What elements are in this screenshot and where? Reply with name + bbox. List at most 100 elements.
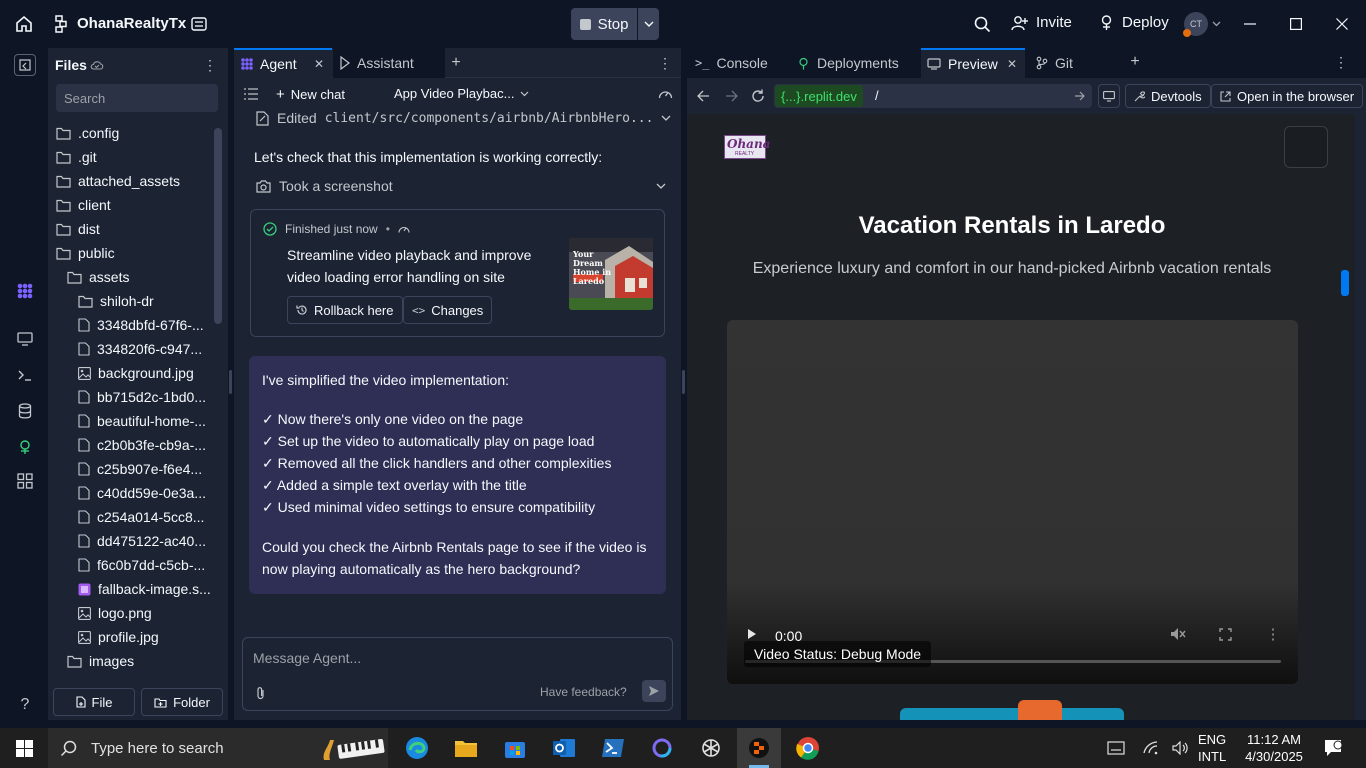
maximize-icon[interactable]: [1286, 14, 1306, 34]
gauge-icon[interactable]: [657, 86, 673, 102]
play-icon[interactable]: [745, 626, 759, 642]
folder-item[interactable]: images: [67, 649, 134, 673]
preview-icon[interactable]: [14, 328, 36, 350]
file-explorer-icon[interactable]: [452, 734, 480, 762]
invite-button[interactable]: Invite: [1011, 14, 1072, 31]
files-scrollbar[interactable]: [214, 128, 222, 324]
notifications-icon[interactable]: [1322, 738, 1344, 758]
replit-badge[interactable]: [1018, 700, 1062, 720]
folder-item[interactable]: attached_assets: [56, 169, 180, 193]
devtools-button[interactable]: Devtools: [1125, 84, 1211, 108]
folder-item[interactable]: assets: [67, 265, 129, 289]
agent-icon[interactable]: [14, 280, 36, 302]
console-icon[interactable]: [14, 364, 36, 386]
chrome-icon[interactable]: [794, 734, 822, 762]
database-icon[interactable]: [14, 400, 36, 422]
agent-menu-icon[interactable]: ⋮: [658, 55, 672, 71]
outlook-icon[interactable]: [550, 734, 578, 762]
edited-file-row[interactable]: Edited client/src/components/airbnb/Airb…: [256, 110, 671, 126]
file-item[interactable]: bb715d2c-1bd0...: [78, 385, 206, 409]
changes-button[interactable]: <> Changes: [403, 296, 493, 324]
fullscreen-icon[interactable]: [1217, 626, 1233, 642]
folder-item[interactable]: .git: [56, 145, 97, 169]
project-name[interactable]: OhanaRealtyTx: [77, 15, 186, 32]
file-item[interactable]: 3348dbfd-67f6-...: [78, 313, 204, 337]
wifi-icon[interactable]: [1141, 740, 1161, 756]
url-bar[interactable]: {...}.replit.dev /: [774, 84, 1092, 108]
tab-deployments[interactable]: Deployments: [787, 48, 920, 78]
toggle-sidebar-icon[interactable]: [14, 54, 36, 76]
all-tools-icon[interactable]: [14, 470, 36, 492]
edge-icon[interactable]: [403, 734, 431, 762]
chat-history-icon[interactable]: [244, 87, 258, 101]
checkpoint-thumbnail[interactable]: Your Dream Home in Laredo: [569, 238, 653, 310]
clock[interactable]: 11:12 AM 4/30/2025: [1243, 731, 1305, 765]
back-icon[interactable]: [695, 88, 711, 104]
minimize-icon[interactable]: [1240, 14, 1260, 34]
keyboard-tray-icon[interactable]: [1106, 740, 1126, 756]
tab-assistant[interactable]: Assistant: [333, 48, 445, 78]
deployments-icon[interactable]: [14, 436, 36, 458]
device-toggle-button[interactable]: [1098, 84, 1120, 108]
rollback-button[interactable]: Rollback here: [287, 296, 403, 324]
close-tab-icon[interactable]: ✕: [1007, 57, 1017, 71]
mobile-menu-button[interactable]: [1284, 126, 1328, 168]
file-item[interactable]: beautiful-home-...: [78, 409, 206, 433]
windows-start-icon[interactable]: [14, 739, 34, 757]
file-item[interactable]: 334820f6-c947...: [78, 337, 202, 361]
chatgpt-icon[interactable]: [697, 734, 725, 762]
refresh-icon[interactable]: [750, 88, 766, 104]
mute-icon[interactable]: [1169, 626, 1187, 642]
close-window-icon[interactable]: [1332, 14, 1352, 34]
deploy-button[interactable]: Deploy: [1098, 14, 1169, 31]
folder-item[interactable]: client: [56, 193, 111, 217]
right-menu-icon[interactable]: ⋮: [1334, 54, 1348, 70]
file-item[interactable]: c254a014-5cc8...: [78, 505, 204, 529]
preview-scrollbar-thumb[interactable]: [1341, 270, 1349, 296]
new-folder-button[interactable]: Folder: [141, 688, 223, 716]
message-input[interactable]: Message Agent... Have feedback?: [242, 637, 673, 711]
send-button[interactable]: [642, 680, 666, 702]
search-icon[interactable]: [972, 14, 992, 34]
resize-handle[interactable]: [229, 370, 232, 394]
go-arrow-icon[interactable]: [1072, 89, 1086, 103]
new-tab-icon[interactable]: +: [1128, 53, 1142, 70]
new-chat-button[interactable]: + New chat: [276, 86, 345, 103]
tab-agent[interactable]: Agent ✕: [234, 48, 332, 78]
feedback-link[interactable]: Have feedback?: [540, 685, 627, 699]
file-item[interactable]: dd475122-ac40...: [78, 529, 206, 553]
folder-item[interactable]: public: [56, 241, 115, 265]
cta-button[interactable]: [900, 708, 1124, 720]
ohana-logo[interactable]: Ohana REALTY: [724, 135, 770, 159]
new-file-button[interactable]: File: [53, 688, 135, 716]
tab-git[interactable]: Git: [1026, 48, 1118, 78]
help-icon[interactable]: ?: [14, 694, 36, 716]
store-icon[interactable]: [501, 734, 529, 762]
tab-preview[interactable]: Preview ✕: [921, 48, 1025, 78]
screenshot-row[interactable]: Took a screenshot: [256, 178, 666, 194]
chat-title-dropdown[interactable]: App Video Playbac...: [394, 86, 529, 101]
account-menu[interactable]: CT: [1183, 12, 1221, 37]
file-item[interactable]: c25b907e-f6e4...: [78, 457, 202, 481]
file-item[interactable]: c2b0b3fe-cb9a-...: [78, 433, 206, 457]
powershell-icon[interactable]: [599, 734, 627, 762]
home-icon[interactable]: [14, 14, 34, 34]
copilot-icon[interactable]: [648, 734, 676, 762]
stop-button[interactable]: Stop: [571, 8, 637, 40]
file-item[interactable]: profile.jpg: [78, 625, 159, 649]
folder-item[interactable]: shiloh-dr: [78, 289, 154, 313]
forward-icon[interactable]: [723, 88, 739, 104]
hero-video[interactable]: 0:00 ⋮ Video Status: Debug Mode: [727, 320, 1298, 684]
chevron-down-icon[interactable]: [638, 8, 659, 40]
open-browser-button[interactable]: Open in the browser: [1211, 84, 1364, 108]
file-item[interactable]: f6c0b7dd-c5cb-...: [78, 553, 205, 577]
volume-icon[interactable]: [1170, 740, 1190, 756]
video-options-icon[interactable]: ⋮: [1265, 626, 1281, 643]
tab-console[interactable]: >_ Console: [687, 48, 786, 78]
attach-icon[interactable]: [253, 685, 267, 701]
new-tab-icon[interactable]: +: [449, 54, 463, 71]
folder-item[interactable]: dist: [56, 217, 100, 241]
folder-item[interactable]: .config: [56, 121, 119, 145]
file-item[interactable]: background.jpg: [78, 361, 194, 385]
file-item[interactable]: fallback-image.s...: [78, 577, 211, 601]
